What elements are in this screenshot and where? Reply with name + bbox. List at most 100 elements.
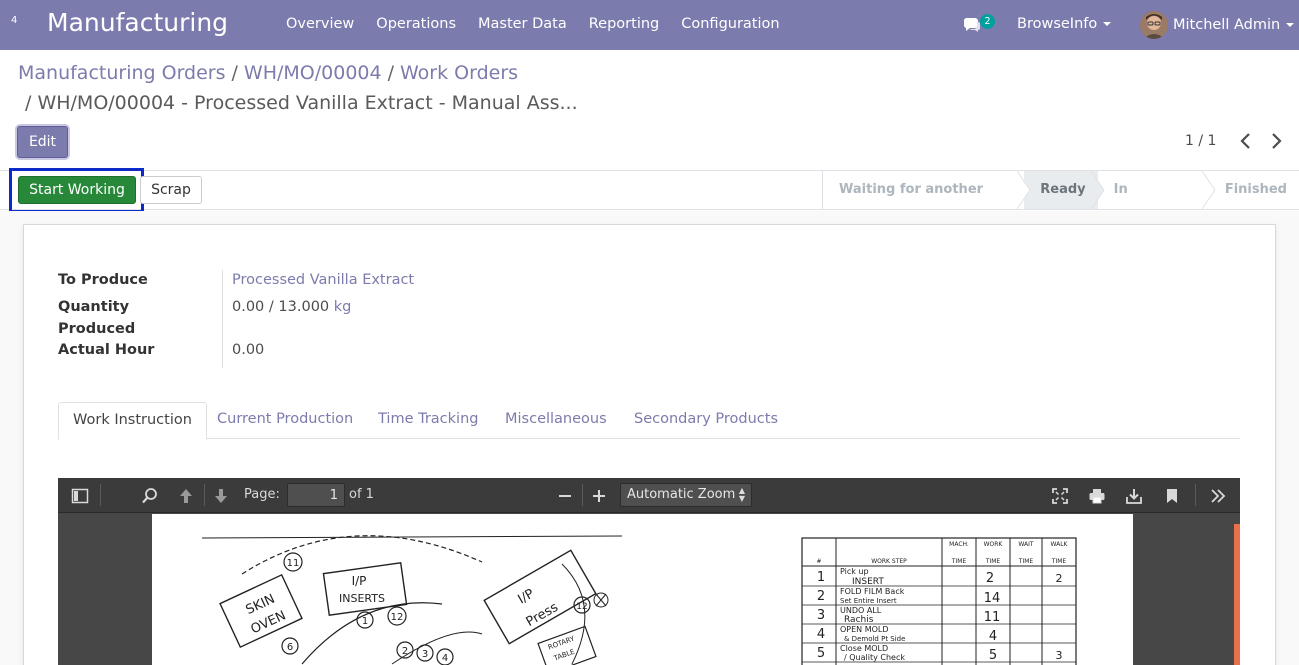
user-menu[interactable]: Mitchell Admin <box>1140 0 1295 50</box>
menu-operations[interactable]: Operations <box>365 0 467 50</box>
marker-2: 2 <box>402 646 408 657</box>
fullscreen-icon[interactable] <box>1051 487 1069 505</box>
stage-arrow <box>1090 171 1105 209</box>
station-label: TABLE <box>552 648 576 663</box>
table-header: TIME <box>985 558 1001 565</box>
pdf-toolbar: Page: of 1 Automatic Zoom ▲▼ <box>58 478 1240 513</box>
page-number-input[interactable] <box>287 483 345 507</box>
edit-button[interactable]: Edit <box>17 126 68 158</box>
stage-waiting[interactable]: Waiting for another WO <box>823 171 1031 234</box>
row-number: 5 <box>817 646 825 661</box>
pager-value[interactable]: 1 / 1 <box>1185 133 1216 149</box>
row-step: UNDO ALL <box>840 606 882 615</box>
zoom-out-icon[interactable] <box>556 487 574 505</box>
tab-current-production[interactable]: Current Production <box>203 402 367 439</box>
menu-overview[interactable]: Overview <box>275 0 365 50</box>
pdf-scrollbar[interactable] <box>1234 524 1240 665</box>
download-icon[interactable] <box>1125 487 1143 505</box>
work-table: # WORK STEP MACH. TIME WORK TIME WAIT TI… <box>801 537 1077 665</box>
bookmark-icon[interactable] <box>1163 487 1181 505</box>
stage-arrow <box>1017 171 1031 209</box>
row-step: Set Entire Insert <box>840 597 897 605</box>
row-step: Close MOLD <box>840 644 888 653</box>
breadcrumb-mo[interactable]: WH/MO/00004 <box>244 62 382 84</box>
breadcrumb-separator: / <box>387 62 394 84</box>
apps-menu-toggle[interactable]: 4 <box>11 15 17 26</box>
tab-time-tracking[interactable]: Time Tracking <box>364 402 492 439</box>
toolbar-divider <box>1195 484 1196 506</box>
row-step: OPEN MOLD <box>840 625 889 634</box>
messaging-menu[interactable]: 2 <box>961 14 1001 36</box>
table-header: WALK <box>1051 541 1069 548</box>
table-header: TIME <box>1051 558 1067 565</box>
stage-arrow <box>1201 171 1216 209</box>
station-rotary-table: ROTARY TABLE <box>537 625 597 665</box>
menu-master-data[interactable]: Master Data <box>467 0 578 50</box>
page-count: of 1 <box>349 487 374 502</box>
zoom-select[interactable]: Automatic Zoom ▲ ▼ <box>620 483 752 507</box>
quantity-separator: / <box>268 299 274 315</box>
app-brand[interactable]: Manufacturing <box>47 8 228 37</box>
notebook-tabs: Work Instruction Current Production Time… <box>58 402 1240 440</box>
quantity-value: 0.00 / 13.000 kg <box>232 299 351 315</box>
marker-11: 11 <box>287 558 300 569</box>
tab-work-instruction[interactable]: Work Instruction <box>58 402 207 440</box>
user-name: Mitchell Admin <box>1173 17 1281 33</box>
row-step: Pick up <box>840 567 869 576</box>
sidebar-toggle-icon[interactable] <box>71 487 89 505</box>
zoom-in-icon[interactable] <box>590 487 608 505</box>
row-walk-time: 3 <box>1056 649 1063 662</box>
stage-in-progress[interactable]: In Progress <box>1098 171 1216 234</box>
scrap-button[interactable]: Scrap <box>140 176 202 204</box>
tab-miscellaneous[interactable]: Miscellaneous <box>491 402 621 439</box>
station-label: INSERTS <box>339 592 385 605</box>
station-skin-oven: SKIN OVEN <box>219 573 303 649</box>
row-number: 4 <box>817 627 825 642</box>
chevron-left-icon[interactable] <box>1238 132 1254 150</box>
row-step: FOLD FILM Back <box>840 587 905 596</box>
field-divider <box>222 270 223 368</box>
table-header: WORK STEP <box>871 558 907 565</box>
stage-finished[interactable]: Finished <box>1209 171 1299 209</box>
chat-icon <box>963 18 980 32</box>
zoom-value: Automatic Zoom <box>627 487 736 502</box>
chat-count-badge: 2 <box>980 14 995 29</box>
station-label: Press <box>524 600 561 630</box>
toolbar-divider <box>100 484 101 506</box>
breadcrumb-separator: / <box>25 92 32 114</box>
avatar <box>1140 11 1168 39</box>
row-work-time: 11 <box>984 610 1001 625</box>
quantity-uom[interactable]: kg <box>334 299 352 315</box>
to-produce-value[interactable]: Processed Vanilla Extract <box>232 272 414 288</box>
table-header: WORK <box>984 541 1004 548</box>
tab-secondary-products[interactable]: Secondary Products <box>620 402 792 439</box>
main-menu: Overview Operations Master Data Reportin… <box>275 0 791 50</box>
tools-icon[interactable] <box>1209 487 1227 505</box>
next-page-icon[interactable] <box>212 487 230 505</box>
table-header: MACH. <box>949 541 969 548</box>
page-title: / WH/MO/00004 - Processed Vanilla Extrac… <box>25 92 578 114</box>
breadcrumb-manufacturing-orders[interactable]: Manufacturing Orders <box>18 62 226 84</box>
search-icon[interactable] <box>141 487 159 505</box>
print-icon[interactable] <box>1088 487 1106 505</box>
actual-hour-label: Actual Hour <box>58 342 155 358</box>
quantity-label-line2: Produced <box>58 321 136 337</box>
quantity-done: 0.00 <box>232 299 265 315</box>
previous-page-icon[interactable] <box>177 487 195 505</box>
stage-ready[interactable]: Ready <box>1024 171 1105 209</box>
row-work-time: 2 <box>986 571 994 586</box>
menu-reporting[interactable]: Reporting <box>578 0 671 50</box>
select-arrows-icon: ▲ ▼ <box>738 486 745 503</box>
breadcrumb-separator: / <box>231 62 238 84</box>
marker-1: 1 <box>362 616 368 627</box>
table-header: TIME <box>951 558 967 565</box>
row-step: & Demold Pt Side <box>844 635 905 643</box>
marker-6: 6 <box>287 642 293 653</box>
company-switcher[interactable]: BrowseInfo <box>1017 0 1112 48</box>
chevron-right-icon[interactable] <box>1268 132 1284 150</box>
row-step: Rachis <box>844 615 874 625</box>
menu-configuration[interactable]: Configuration <box>670 0 790 50</box>
breadcrumb-work-orders[interactable]: Work Orders <box>400 62 518 84</box>
caret-down-icon <box>1286 23 1295 27</box>
row-work-time: 14 <box>984 591 1001 606</box>
